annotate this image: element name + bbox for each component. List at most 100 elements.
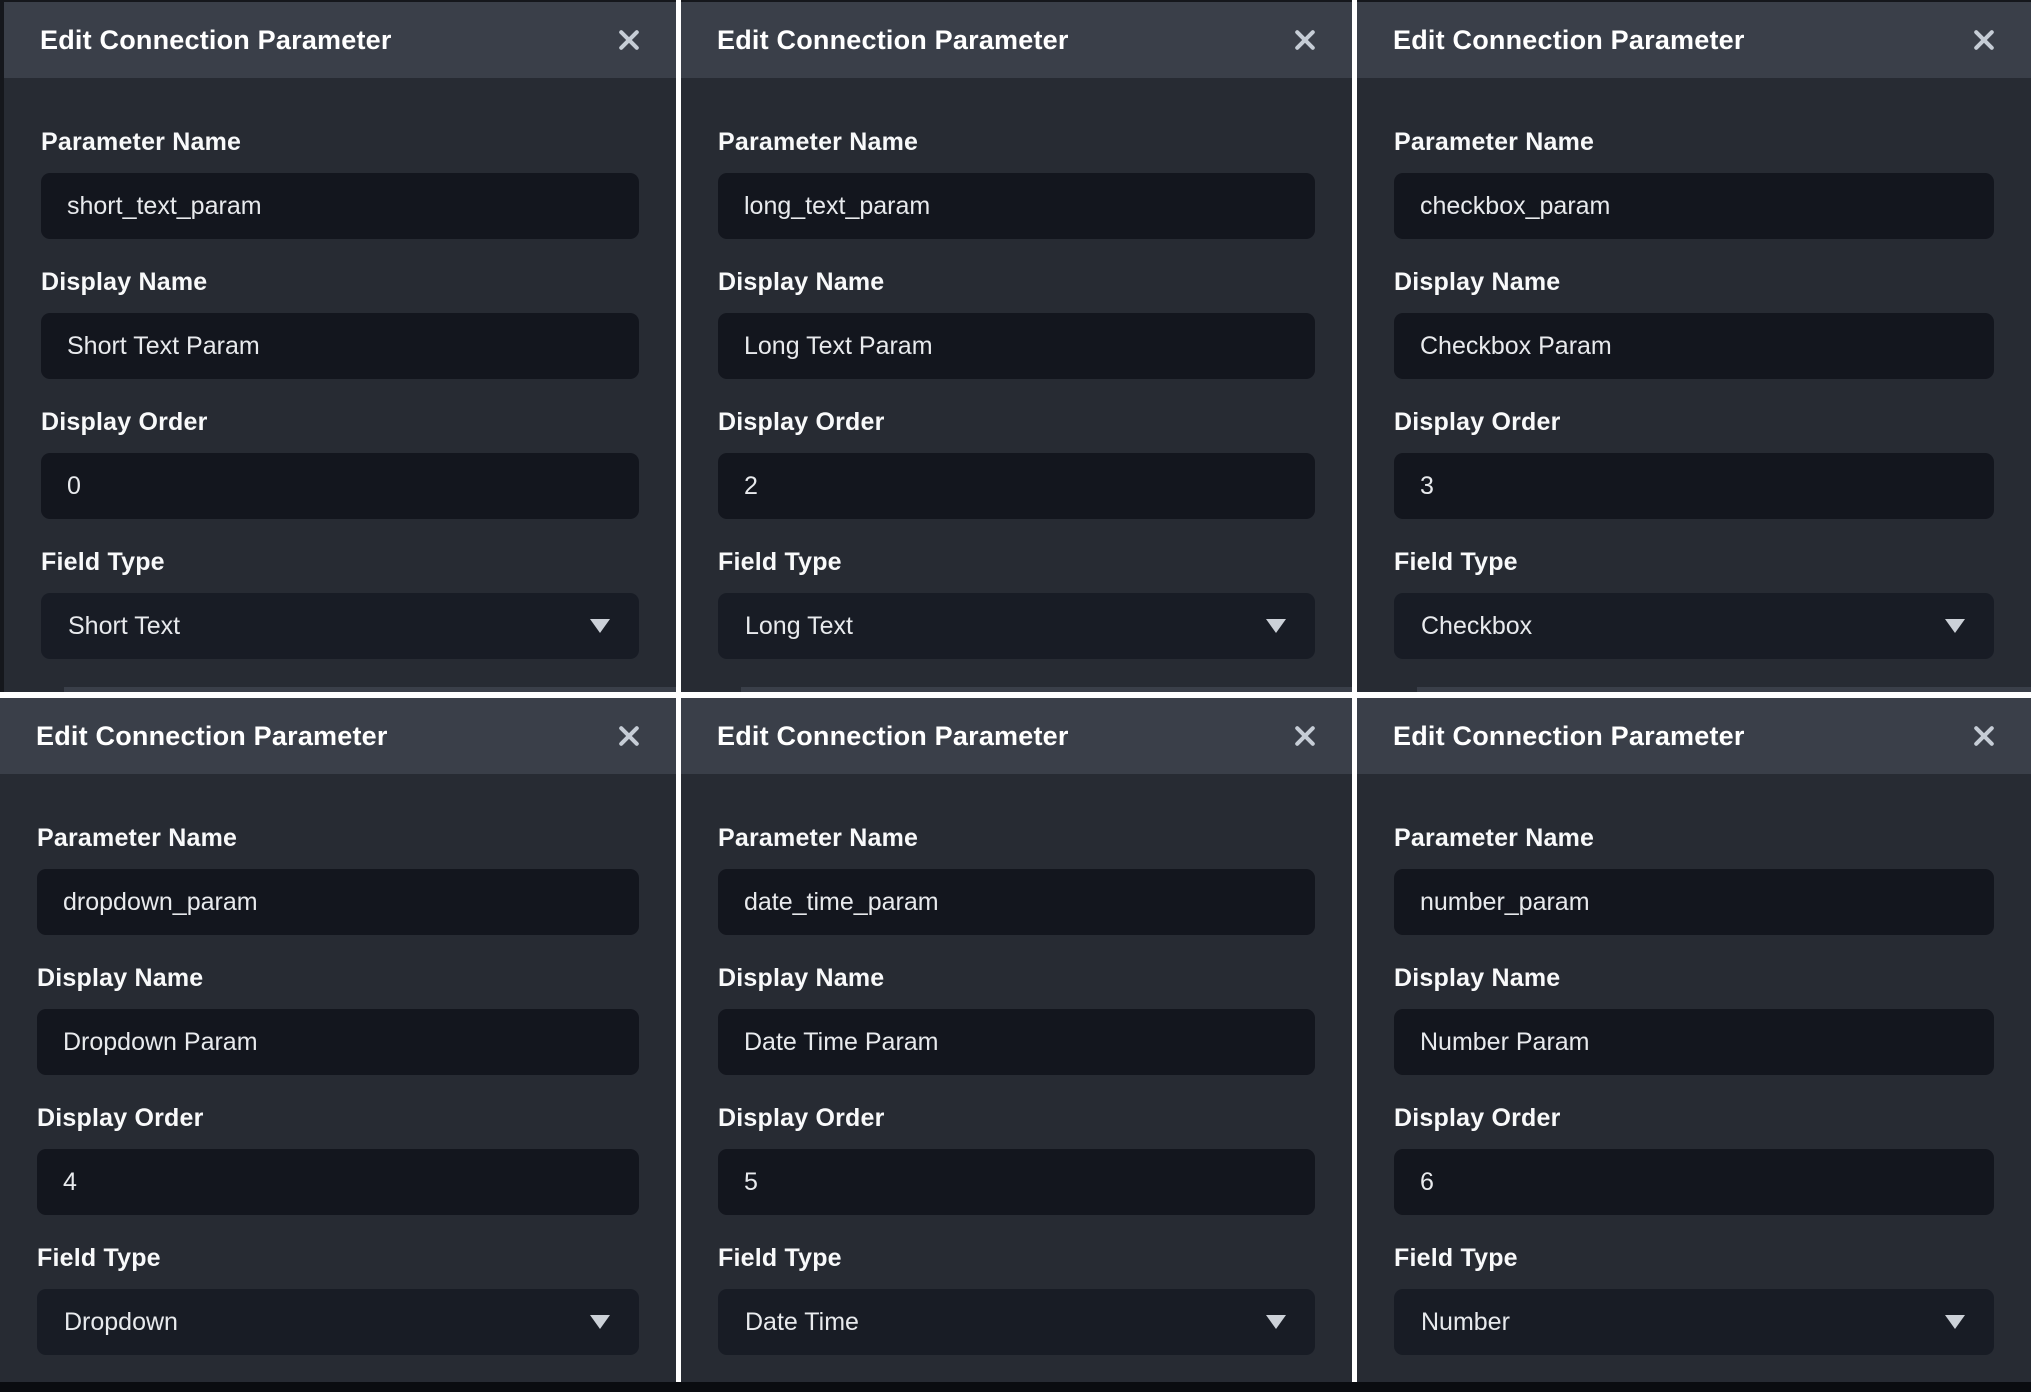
field-type-label: Field Type: [718, 548, 1315, 576]
parameter-name-label: Parameter Name: [718, 824, 1315, 852]
parameter-name-field: Parameter Name: [1394, 824, 1994, 935]
dialog-title: Edit Connection Parameter: [717, 721, 1069, 752]
field-type-field: Field Type Number: [1394, 1244, 1994, 1355]
close-button[interactable]: [1967, 23, 2001, 57]
display-order-label: Display Order: [37, 1104, 639, 1132]
close-icon: [1288, 719, 1322, 753]
display-name-input[interactable]: [718, 1009, 1315, 1075]
display-name-input[interactable]: [718, 313, 1315, 379]
chevron-down-icon: [590, 1315, 610, 1329]
display-order-input[interactable]: [718, 1149, 1315, 1215]
parameter-name-input[interactable]: [37, 869, 639, 935]
display-name-label: Display Name: [41, 268, 639, 296]
display-order-label: Display Order: [1394, 1104, 1994, 1132]
dialog-header: Edit Connection Parameter: [681, 2, 1352, 78]
dialog-body: Parameter Name Display Name Display Orde…: [1357, 78, 2031, 659]
field-type-label: Field Type: [37, 1244, 639, 1272]
close-icon: [612, 23, 646, 57]
parameter-name-input[interactable]: [718, 173, 1315, 239]
parameter-name-field: Parameter Name: [1394, 128, 1994, 239]
dialog-title: Edit Connection Parameter: [36, 721, 388, 752]
parameter-name-field: Parameter Name: [41, 128, 639, 239]
field-type-field: Field Type Dropdown: [37, 1244, 639, 1355]
dialog-body: Parameter Name Display Name Display Orde…: [681, 78, 1352, 659]
display-order-input[interactable]: [37, 1149, 639, 1215]
parameter-name-field: Parameter Name: [718, 128, 1315, 239]
dialog-header: Edit Connection Parameter: [681, 698, 1352, 774]
dialog-header: Edit Connection Parameter: [4, 2, 676, 78]
display-name-field: Display Name: [41, 268, 639, 379]
display-order-label: Display Order: [41, 408, 639, 436]
display-name-input[interactable]: [41, 313, 639, 379]
dialog-header: Edit Connection Parameter: [1357, 698, 2031, 774]
close-button[interactable]: [1288, 23, 1322, 57]
dialog-body: Parameter Name Display Name Display Orde…: [681, 774, 1352, 1355]
close-icon: [612, 719, 646, 753]
close-button[interactable]: [1288, 719, 1322, 753]
display-name-field: Display Name: [37, 964, 639, 1075]
display-order-field: Display Order: [37, 1104, 639, 1215]
field-type-selected-value: Number: [1421, 1308, 1510, 1337]
display-name-input[interactable]: [1394, 313, 1994, 379]
display-order-label: Display Order: [718, 1104, 1315, 1132]
field-type-label: Field Type: [1394, 1244, 1994, 1272]
chevron-down-icon: [1945, 619, 1965, 633]
edit-connection-parameter-dialog: Edit Connection Parameter Parameter Name…: [1357, 698, 2031, 1382]
parameter-name-field: Parameter Name: [718, 824, 1315, 935]
display-order-input[interactable]: [1394, 453, 1994, 519]
dialog-grid: Edit Connection Parameter Parameter Name…: [0, 0, 2031, 1392]
close-button[interactable]: [612, 23, 646, 57]
close-icon: [1288, 23, 1322, 57]
display-name-input[interactable]: [1394, 1009, 1994, 1075]
dialog-header: Edit Connection Parameter: [0, 698, 676, 774]
field-type-select[interactable]: Dropdown: [37, 1289, 639, 1355]
field-type-select[interactable]: Long Text: [718, 593, 1315, 659]
field-type-select[interactable]: Short Text: [41, 593, 639, 659]
parameter-name-label: Parameter Name: [718, 128, 1315, 156]
parameter-name-input[interactable]: [1394, 869, 1994, 935]
dialog-body: Parameter Name Display Name Display Orde…: [4, 78, 676, 659]
dialog-title: Edit Connection Parameter: [1393, 25, 1745, 56]
field-type-selected-value: Long Text: [745, 612, 853, 641]
field-type-field: Field Type Long Text: [718, 548, 1315, 659]
display-order-field: Display Order: [718, 408, 1315, 519]
bottom-edge-strip: [0, 1382, 2031, 1392]
parameter-name-input[interactable]: [718, 869, 1315, 935]
display-order-field: Display Order: [718, 1104, 1315, 1215]
chevron-down-icon: [1266, 619, 1286, 633]
edit-connection-parameter-dialog: Edit Connection Parameter Parameter Name…: [0, 698, 676, 1382]
field-type-select[interactable]: Checkbox: [1394, 593, 1994, 659]
field-type-field: Field Type Short Text: [41, 548, 639, 659]
close-button[interactable]: [612, 719, 646, 753]
field-type-selected-value: Dropdown: [64, 1308, 178, 1337]
vertical-divider: [1352, 0, 1357, 1382]
field-type-label: Field Type: [41, 548, 639, 576]
edit-connection-parameter-dialog: Edit Connection Parameter Parameter Name…: [4, 2, 676, 692]
display-order-input[interactable]: [718, 453, 1315, 519]
display-name-field: Display Name: [1394, 964, 1994, 1075]
display-order-input[interactable]: [41, 453, 639, 519]
field-type-select[interactable]: Number: [1394, 1289, 1994, 1355]
field-type-select[interactable]: Date Time: [718, 1289, 1315, 1355]
display-name-label: Display Name: [1394, 268, 1994, 296]
display-name-label: Display Name: [1394, 964, 1994, 992]
dialog-header: Edit Connection Parameter: [1357, 2, 2031, 78]
parameter-name-field: Parameter Name: [37, 824, 639, 935]
close-button[interactable]: [1967, 719, 2001, 753]
parameter-name-input[interactable]: [1394, 173, 1994, 239]
dialog-title: Edit Connection Parameter: [1393, 721, 1745, 752]
field-type-label: Field Type: [1394, 548, 1994, 576]
display-name-label: Display Name: [718, 964, 1315, 992]
horizontal-divider: [0, 692, 2031, 698]
edit-connection-parameter-dialog: Edit Connection Parameter Parameter Name…: [681, 2, 1352, 692]
chevron-down-icon: [1945, 1315, 1965, 1329]
edit-connection-parameter-dialog: Edit Connection Parameter Parameter Name…: [1357, 2, 2031, 692]
display-name-input[interactable]: [37, 1009, 639, 1075]
parameter-name-input[interactable]: [41, 173, 639, 239]
field-type-selected-value: Short Text: [68, 612, 180, 641]
close-icon: [1967, 23, 2001, 57]
chevron-down-icon: [1266, 1315, 1286, 1329]
display-order-field: Display Order: [1394, 408, 1994, 519]
parameter-name-label: Parameter Name: [41, 128, 639, 156]
display-order-input[interactable]: [1394, 1149, 1994, 1215]
